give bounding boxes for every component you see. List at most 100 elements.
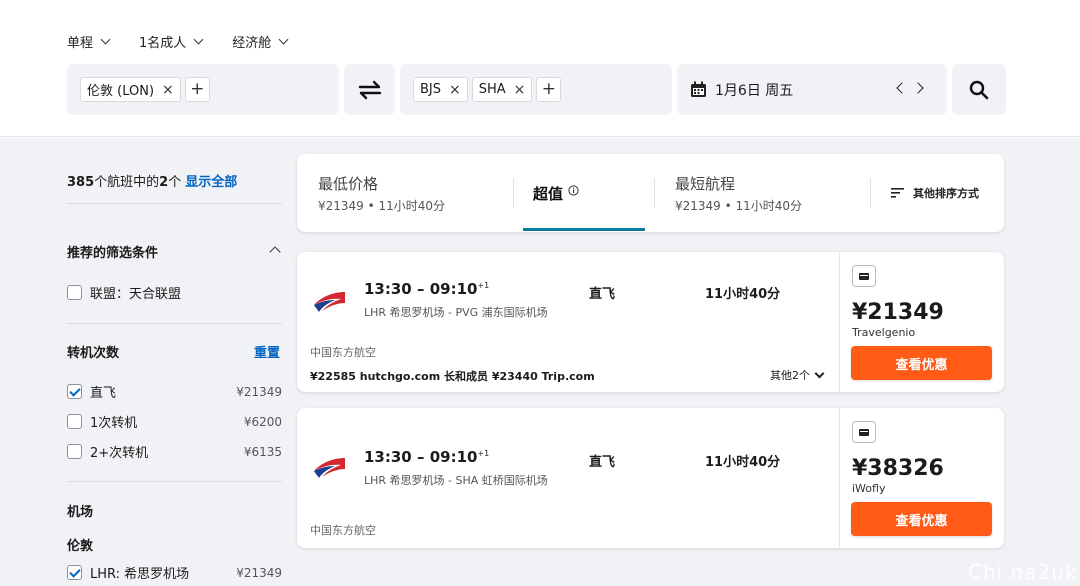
flight-route: LHR 希思罗机场 - SHA 虹桥国际机场 <box>364 474 548 487</box>
sort-icon <box>891 188 904 198</box>
add-origin-button[interactable]: + <box>184 77 210 102</box>
lhr-checkbox[interactable] <box>67 565 82 580</box>
depart-time: 13:30 <box>364 448 412 466</box>
remove-destination-icon[interactable]: × <box>514 83 526 97</box>
view-deal-button[interactable]: 查看优惠 <box>851 502 992 536</box>
price-provider: iWofly <box>852 482 886 495</box>
tab-cheapest[interactable]: 最低价格 ¥21349 • 11小时40分 <box>297 154 513 232</box>
date-field[interactable]: 1月6日 周五 <box>677 64 947 115</box>
total-count: 385 <box>67 175 95 190</box>
divider <box>67 323 282 324</box>
flight-price: ¥38326 <box>852 456 944 481</box>
chevron-down-icon <box>193 34 204 45</box>
view-deal-button[interactable]: 查看优惠 <box>851 346 992 380</box>
prev-date-button[interactable] <box>896 82 908 94</box>
remove-origin-icon[interactable]: × <box>162 83 174 97</box>
destination-chip-label: BJS <box>420 82 442 97</box>
date-label: 1月6日 周五 <box>715 82 794 99</box>
stops-option-price: ¥6135 <box>243 444 282 459</box>
flight-times: 13:30 – 09:10+1 <box>364 280 490 298</box>
swap-button[interactable] <box>344 64 395 115</box>
depart-time: 13:30 <box>364 280 412 298</box>
chevron-up-icon[interactable] <box>269 246 281 258</box>
day-offset: +1 <box>477 281 490 290</box>
flight-stops: 直飞 <box>589 455 616 470</box>
price-provider: Travelgenio <box>852 326 916 339</box>
china-eastern-logo <box>314 458 345 478</box>
one-stop-checkbox[interactable] <box>67 414 82 429</box>
tab-title: 超值 <box>533 185 564 203</box>
stops-option-price: ¥6200 <box>243 414 282 429</box>
tab-subtitle: ¥21349 • 11小时40分 <box>318 199 446 213</box>
passengers-dropdown[interactable]: 1名成人 <box>139 32 204 51</box>
search-button[interactable] <box>952 64 1006 115</box>
info-icon[interactable] <box>568 185 579 196</box>
count-text: 个航班中的 <box>94 175 160 190</box>
add-destination-button[interactable]: + <box>536 77 562 102</box>
airport-option-lhr[interactable]: LHR: 希思罗机场 ¥21349 <box>67 563 282 582</box>
more-offers-toggle[interactable]: 其他2个 <box>770 367 825 383</box>
divider <box>839 252 840 392</box>
chevron-down-icon <box>278 34 289 45</box>
shown-count: 2 <box>159 175 169 190</box>
flight-duration: 11小时40分 <box>705 287 781 302</box>
sort-tabs: 最低价格 ¥21349 • 11小时40分 超值 最短航程 ¥21349 • 1… <box>297 154 1004 232</box>
stops-option-direct[interactable]: 直飞 ¥21349 <box>67 382 282 401</box>
passengers-label: 1名成人 <box>139 36 187 51</box>
arrive-time: 09:10 <box>429 280 478 298</box>
active-tab-indicator <box>523 228 645 231</box>
remove-destination-icon[interactable]: × <box>449 83 461 97</box>
origin-field[interactable]: 伦敦 (LON) × + <box>67 64 339 115</box>
airline-name: 中国东方航空 <box>310 524 376 537</box>
other-sort-label: 其他排序方式 <box>913 187 979 200</box>
trip-type-dropdown[interactable]: 单程 <box>67 32 111 51</box>
alliance-checkbox[interactable] <box>67 285 82 300</box>
cabin-dropdown[interactable]: 经济舱 <box>232 32 289 51</box>
stops-option-label: 2+次转机 <box>90 446 149 461</box>
search-header: 单程 1名成人 经济舱 伦敦 (LON) × + BJS × SHA × + 1月6日… <box>0 0 1080 137</box>
show-all-link[interactable]: 显示全部 <box>185 175 237 190</box>
origin-chip[interactable]: 伦敦 (LON) × <box>80 77 181 102</box>
divider <box>839 408 840 548</box>
day-offset: +1 <box>477 449 490 458</box>
flight-duration: 11小时40分 <box>705 455 781 470</box>
chevron-down-icon <box>100 34 111 45</box>
count-suffix: 个 <box>168 175 182 190</box>
reset-stops-link[interactable]: 重置 <box>254 342 280 361</box>
tab-fastest[interactable]: 最短航程 ¥21349 • 11小时40分 <box>655 154 870 232</box>
tab-best[interactable]: 超值 <box>514 154 654 232</box>
flight-route: LHR 希思罗机场 - PVG 浦东国际机场 <box>364 306 548 319</box>
stops-option-two-plus[interactable]: 2+次转机 ¥6135 <box>67 442 282 461</box>
trip-options: 单程 1名成人 经济舱 <box>67 32 317 51</box>
stops-option-label: 直飞 <box>90 386 117 401</box>
stops-option-price: ¥21349 <box>236 384 282 399</box>
flight-stops: 直飞 <box>589 287 616 302</box>
baggage-icon <box>852 265 876 287</box>
tab-title: 最短航程 <box>675 175 736 193</box>
other-offers[interactable]: ¥22585 hutchgo.com 长和成员 ¥23440 Trip.com <box>310 368 595 384</box>
chevron-down-icon <box>814 368 825 378</box>
arrive-time: 09:10 <box>429 448 478 466</box>
alliance-filter[interactable]: 联盟：天合联盟 <box>67 283 282 302</box>
airport-filter-title: 机场 <box>67 505 94 520</box>
stops-option-label: 1次转机 <box>90 416 138 431</box>
next-date-button[interactable] <box>912 82 924 94</box>
airport-option-label: LHR: 希思罗机场 <box>90 567 190 582</box>
baggage-icon <box>852 421 876 443</box>
flight-result-card[interactable]: 13:30 – 09:10+1 LHR 希思罗机场 - PVG 浦东国际机场 直… <box>297 252 1004 392</box>
results-area: 385个航班中的2个 显示全部 推荐的筛选条件 联盟：天合联盟 转机次数 重置 直… <box>0 138 1080 586</box>
stops-option-one[interactable]: 1次转机 ¥6200 <box>67 412 282 431</box>
flight-result-card[interactable]: 13:30 – 09:10+1 LHR 希思罗机场 - SHA 虹桥国际机场 直… <box>297 408 1004 548</box>
two-plus-stops-checkbox[interactable] <box>67 444 82 459</box>
stops-filter-title: 转机次数 <box>67 346 120 361</box>
trip-type-label: 单程 <box>67 36 94 51</box>
more-offers-label: 其他2个 <box>770 369 810 382</box>
cabin-label: 经济舱 <box>232 36 272 51</box>
destination-chip[interactable]: BJS × <box>413 77 468 102</box>
other-sort-button[interactable]: 其他排序方式 <box>871 154 1004 232</box>
destination-chip[interactable]: SHA × <box>471 77 533 102</box>
airport-option-price: ¥21349 <box>236 565 282 580</box>
destination-field[interactable]: BJS × SHA × + <box>400 64 672 115</box>
result-count: 385个航班中的2个 显示全部 <box>67 171 237 190</box>
direct-checkbox[interactable] <box>67 384 82 399</box>
